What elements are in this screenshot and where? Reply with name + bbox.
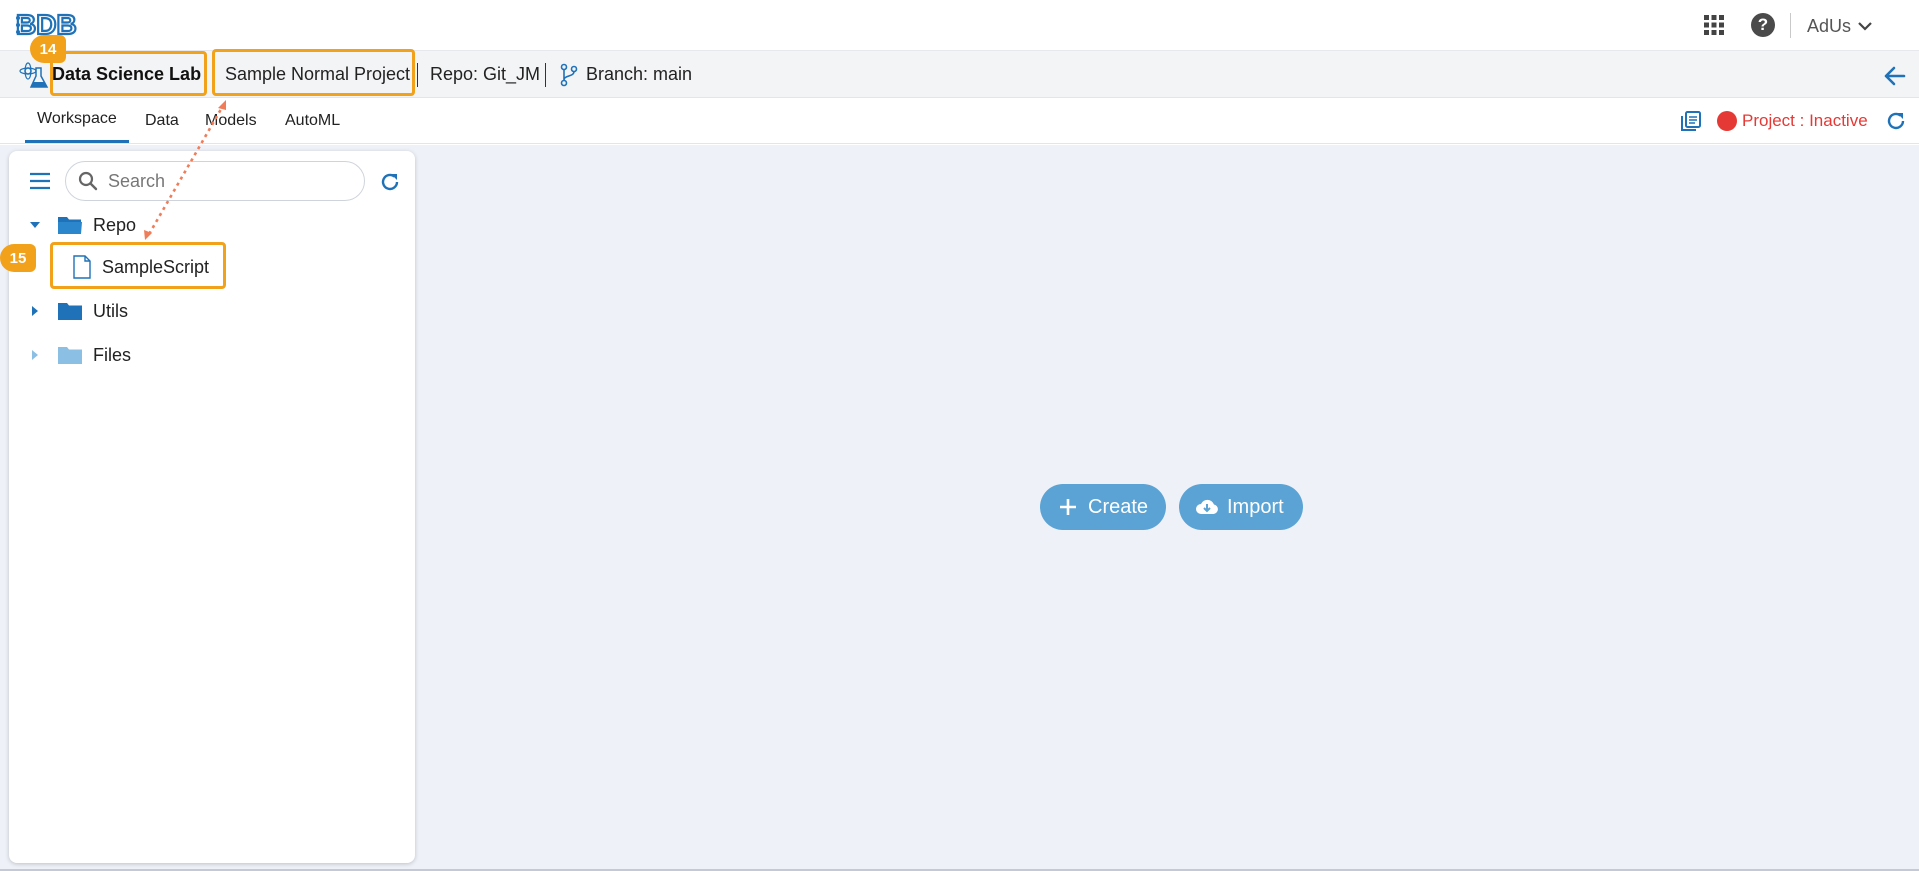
folder-open-icon xyxy=(58,217,82,234)
caret-down-icon[interactable] xyxy=(29,219,41,231)
breadcrumb-project[interactable]: Sample Normal Project xyxy=(225,51,410,98)
branch-label: Branch: main xyxy=(586,64,693,84)
data-science-lab-icon xyxy=(19,62,49,88)
git-branch-icon xyxy=(560,63,578,86)
tree-label: Utils xyxy=(93,300,128,321)
search-icon xyxy=(78,171,98,191)
breadcrumb-branch: Branch: main xyxy=(560,51,692,98)
tree-label: Repo xyxy=(93,214,137,235)
file-explorer-panel: Repo SampleScript Utils Files xyxy=(9,151,415,863)
plus-icon xyxy=(1060,499,1076,515)
notebook-icon[interactable] xyxy=(1680,110,1702,132)
breadcrumb-app[interactable]: Data Science Lab xyxy=(52,51,201,98)
create-label: Create xyxy=(1088,495,1149,518)
chevron-down-icon xyxy=(1858,22,1872,31)
apps-grid-icon[interactable] xyxy=(1702,13,1726,37)
top-bar: BDB ? AdUs xyxy=(0,0,1919,51)
tab-workspace[interactable]: Workspace xyxy=(25,98,129,143)
create-button[interactable]: Create xyxy=(1040,484,1166,530)
divider xyxy=(1790,13,1791,38)
breadcrumb: Data Science Lab Sample Normal Project R… xyxy=(0,51,1919,98)
caret-right-icon[interactable] xyxy=(29,349,41,361)
caret-right-icon[interactable] xyxy=(29,305,41,317)
callout-connector xyxy=(144,100,226,240)
import-button[interactable]: Import xyxy=(1179,484,1303,530)
tree-item-repo[interactable]: Repo xyxy=(29,209,136,241)
callout-badge: 14 xyxy=(30,35,66,63)
file-icon xyxy=(73,255,91,279)
user-menu[interactable]: AdUs xyxy=(1807,14,1873,38)
refresh-icon[interactable] xyxy=(1885,110,1907,132)
breadcrumb-separator xyxy=(545,63,546,87)
status-indicator xyxy=(1717,111,1737,131)
hamburger-menu-icon[interactable] xyxy=(29,172,51,190)
cloud-download-icon xyxy=(1196,499,1218,514)
help-icon[interactable]: ? xyxy=(1751,13,1775,37)
user-name: AdUs xyxy=(1807,15,1852,36)
folder-icon xyxy=(58,303,82,320)
tree-item-samplescript[interactable]: SampleScript xyxy=(72,251,209,283)
breadcrumb-separator xyxy=(417,63,418,87)
back-arrow-icon[interactable] xyxy=(1882,63,1908,89)
tab-automl[interactable]: AutoML xyxy=(285,98,340,143)
tree-item-files[interactable]: Files xyxy=(29,339,131,371)
project-status: Project : Inactive xyxy=(1742,111,1868,130)
callout-badge: 15 xyxy=(0,244,36,272)
folder-icon xyxy=(58,347,82,364)
tree-item-utils[interactable]: Utils xyxy=(29,295,128,327)
breadcrumb-repo: Repo: Git_JM xyxy=(430,64,541,84)
tree-label: Files xyxy=(93,344,132,365)
refresh-icon[interactable] xyxy=(379,171,401,193)
tab-bar: Workspace Data Models AutoML xyxy=(0,98,1919,144)
import-label: Import xyxy=(1227,495,1284,518)
tree-label: SampleScript xyxy=(102,256,210,277)
